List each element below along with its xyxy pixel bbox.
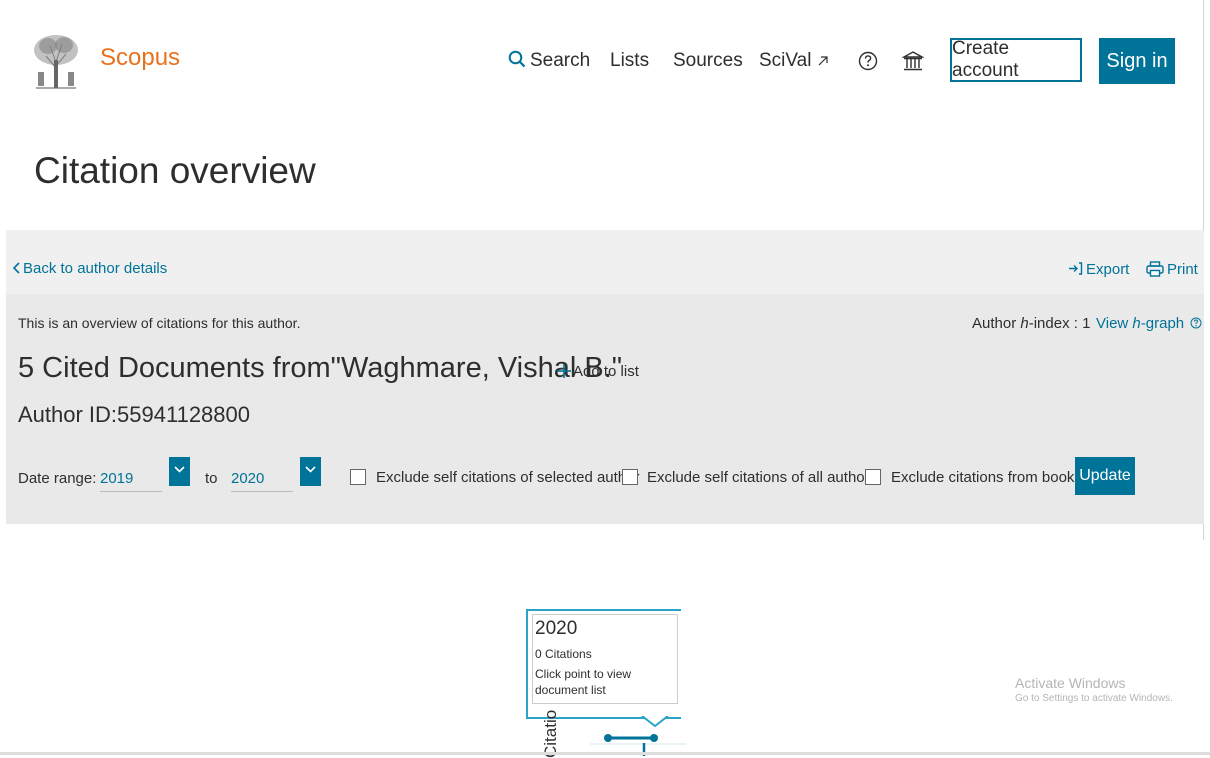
exclude-self-all-label[interactable]: Exclude self citations of all authors bbox=[647, 469, 877, 486]
institution-icon[interactable] bbox=[902, 50, 924, 72]
exclude-self-all-checkbox[interactable] bbox=[622, 469, 638, 485]
cited-documents-heading: 5 Cited Documents from"Waghmare, Vishal … bbox=[18, 352, 623, 384]
hgraph-suffix: -graph bbox=[1140, 315, 1185, 332]
chevron-down-icon bbox=[174, 466, 185, 473]
chevron-down-icon bbox=[305, 466, 316, 473]
chart-point-2019[interactable] bbox=[604, 734, 612, 742]
tooltip-citations: 0 Citations bbox=[535, 647, 592, 661]
create-account-button[interactable]: Create account bbox=[950, 38, 1082, 82]
update-button[interactable]: Update bbox=[1075, 457, 1135, 495]
date-range-label: Date range: bbox=[18, 470, 97, 487]
watermark-title: Activate Windows bbox=[1015, 675, 1126, 691]
top-header: Scopus Search Lists Sources SciVal Creat… bbox=[0, 0, 1210, 120]
viewport-bottom-edge bbox=[0, 752, 1210, 755]
scopus-brand[interactable]: Scopus bbox=[100, 44, 180, 72]
chart-y-axis-label: Citatio bbox=[541, 709, 560, 758]
external-link-icon bbox=[818, 56, 828, 66]
exclude-books-checkbox[interactable] bbox=[865, 469, 881, 485]
overview-intro: This is an overview of citations for thi… bbox=[18, 315, 301, 331]
nav-search-label: Search bbox=[530, 50, 591, 71]
hindex-prefix: Author bbox=[972, 315, 1021, 332]
add-to-list-button[interactable]: Add to list bbox=[556, 363, 639, 380]
author-hindex: Author h-index : 1 bbox=[972, 315, 1090, 332]
to-year-select[interactable]: 2020 bbox=[231, 470, 293, 492]
chart-point-2020[interactable] bbox=[650, 734, 658, 742]
elsevier-tree-logo[interactable] bbox=[30, 32, 82, 90]
nav-lists[interactable]: Lists bbox=[610, 50, 649, 72]
back-to-author-label: Back to author details bbox=[23, 260, 168, 277]
from-year-dropdown[interactable] bbox=[169, 457, 190, 486]
exclude-self-selected-label[interactable]: Exclude self citations of selected autho… bbox=[376, 469, 639, 486]
sign-in-button[interactable]: Sign in bbox=[1099, 38, 1175, 84]
export-label: Export bbox=[1086, 261, 1130, 278]
tooltip-pointer bbox=[641, 716, 669, 728]
back-to-author-link[interactable]: Back to author details bbox=[12, 260, 167, 277]
action-toolbar bbox=[6, 230, 1204, 294]
add-to-list-label: Add to list bbox=[573, 363, 639, 380]
print-button[interactable]: Print bbox=[1146, 261, 1198, 278]
search-icon bbox=[508, 50, 526, 68]
export-icon bbox=[1069, 262, 1083, 275]
windows-activation-watermark: Activate Windows Go to Settings to activ… bbox=[1015, 675, 1173, 704]
nav-search[interactable]: Search bbox=[508, 50, 590, 72]
printer-icon bbox=[1146, 261, 1164, 277]
hgraph-prefix: View bbox=[1096, 315, 1133, 332]
nav-sources[interactable]: Sources bbox=[673, 50, 743, 72]
hindex-suffix: -index : 1 bbox=[1028, 315, 1091, 332]
plus-icon bbox=[557, 364, 571, 378]
tooltip-year: 2020 bbox=[535, 618, 578, 639]
view-hgraph-link[interactable]: View h-graph bbox=[1096, 315, 1202, 332]
print-label: Print bbox=[1167, 261, 1198, 278]
export-button[interactable]: Export bbox=[1068, 261, 1129, 278]
nav-scival-label: SciVal bbox=[759, 50, 812, 71]
help-icon[interactable] bbox=[858, 51, 878, 71]
help-icon bbox=[1190, 317, 1202, 329]
exclude-books-label[interactable]: Exclude citations from books bbox=[891, 469, 1082, 486]
chevron-left-icon bbox=[12, 262, 20, 274]
hindex-h: h bbox=[1020, 315, 1029, 332]
date-range-to-label: to bbox=[205, 470, 218, 487]
author-id: Author ID:55941128800 bbox=[18, 402, 250, 427]
from-year-select[interactable]: 2019 bbox=[100, 470, 162, 492]
tooltip-hint: Click point to view document list bbox=[535, 667, 632, 697]
nav-scival[interactable]: SciVal bbox=[759, 50, 829, 72]
to-year-dropdown[interactable] bbox=[300, 457, 321, 486]
exclude-self-selected-checkbox[interactable] bbox=[350, 469, 366, 485]
watermark-subtitle: Go to Settings to activate Windows. bbox=[1015, 693, 1173, 704]
hgraph-h: h bbox=[1132, 315, 1141, 332]
page-title: Citation overview bbox=[34, 150, 316, 191]
